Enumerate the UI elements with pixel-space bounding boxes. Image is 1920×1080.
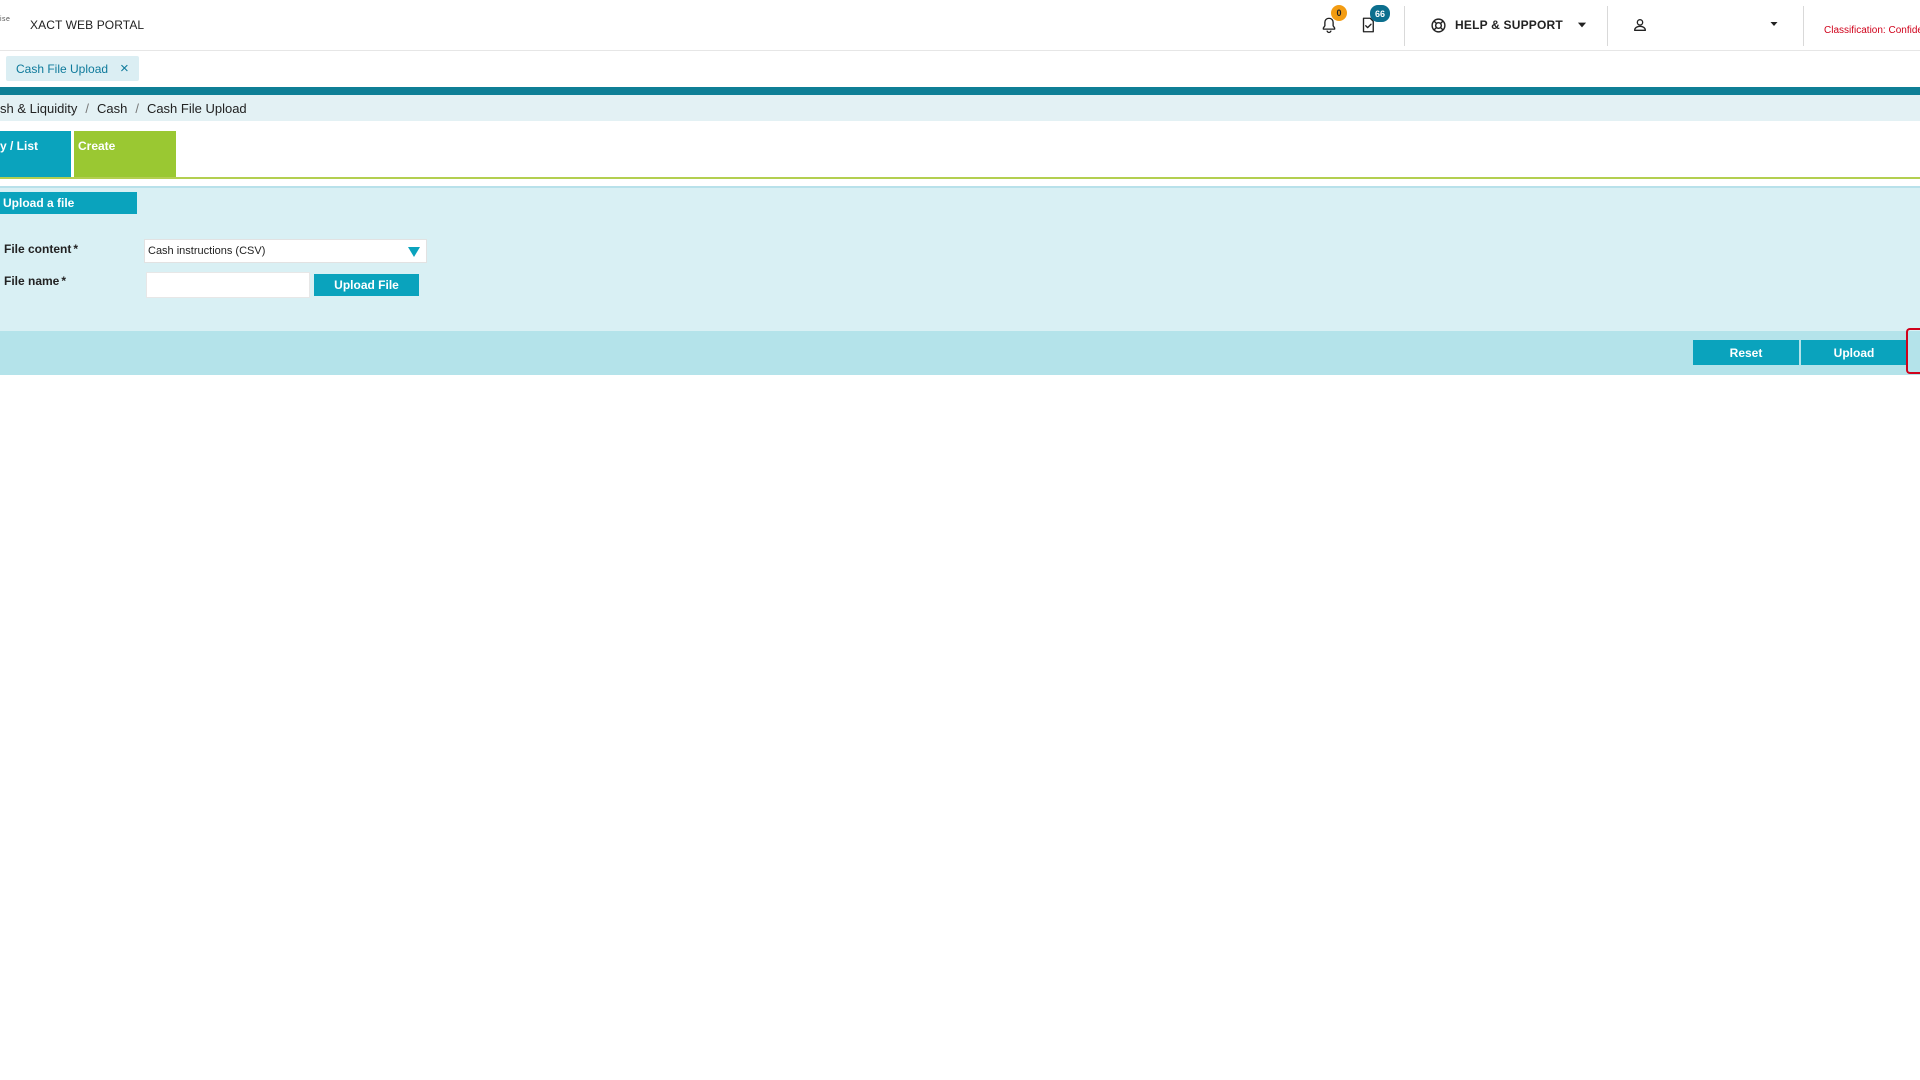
breadcrumb-separator: / [135, 100, 139, 116]
top-header: ise XACT WEB PORTAL 0 66 HELP & SUPPORT [0, 0, 1920, 51]
mode-tabs: y / List Create [0, 121, 1920, 179]
header-divider [1404, 6, 1405, 46]
breadcrumb-item-cash[interactable]: Cash [97, 101, 127, 116]
file-name-label: File name * [4, 274, 66, 288]
open-tab-label: Cash File Upload [16, 61, 109, 76]
user-menu[interactable] [1630, 13, 1780, 37]
action-bar: Reset Upload [0, 331, 1920, 375]
app-title[interactable]: XACT WEB PORTAL [30, 18, 144, 32]
required-mark: * [73, 242, 79, 256]
file-name-input[interactable] [146, 272, 310, 298]
lifebuoy-icon [1431, 17, 1446, 33]
file-content-label-text: File content [4, 242, 72, 256]
tab-create[interactable]: Create [74, 131, 176, 177]
help-support-label: HELP & SUPPORT [1455, 18, 1563, 32]
classification-label: Classification: Confide [1824, 25, 1920, 36]
upload-button[interactable]: Upload [1801, 340, 1907, 365]
section-title: Upload a file [0, 192, 137, 214]
header-divider [1803, 6, 1804, 46]
upload-form-panel: Upload a file File content * Cash instruc… [0, 186, 1920, 331]
close-icon[interactable]: × [120, 61, 129, 76]
open-tab-cash-file-upload[interactable]: Cash File Upload × [6, 56, 139, 81]
file-content-label: File content * [4, 242, 78, 256]
file-content-value: Cash instructions (CSV) [148, 245, 266, 257]
logo[interactable]: ise [0, 16, 10, 23]
breadcrumb-item-cash-liquidity[interactable]: sh & Liquidity [0, 101, 77, 116]
reset-button[interactable]: Reset [1693, 340, 1799, 365]
help-support-menu[interactable]: HELP & SUPPORT [1430, 13, 1589, 37]
tab-query-list[interactable]: y / List [0, 131, 71, 177]
breadcrumb-item-cash-file-upload: Cash File Upload [146, 100, 247, 116]
file-content-select[interactable]: Cash instructions (CSV) [144, 239, 427, 263]
user-icon [1634, 19, 1646, 31]
file-name-label-text: File name [4, 274, 60, 288]
notifications-badge: 0 [1331, 5, 1347, 21]
content-area [0, 375, 1920, 1080]
caret-down-icon [1577, 22, 1587, 28]
breadcrumb: sh & Liquidity / Cash / Cash File Upload [0, 95, 1920, 121]
highlight-marker [1906, 328, 1920, 374]
header-accent-rule [0, 87, 1920, 95]
upload-file-button[interactable]: Upload File [314, 274, 419, 296]
required-mark: * [61, 274, 67, 288]
header-divider [1607, 6, 1608, 46]
breadcrumb-separator: / [85, 100, 89, 116]
caret-down-icon [1770, 22, 1778, 26]
tasks-badge: 66 [1370, 5, 1390, 22]
open-tabs-bar: Cash File Upload × [0, 52, 1920, 88]
caret-down-icon [408, 247, 420, 257]
